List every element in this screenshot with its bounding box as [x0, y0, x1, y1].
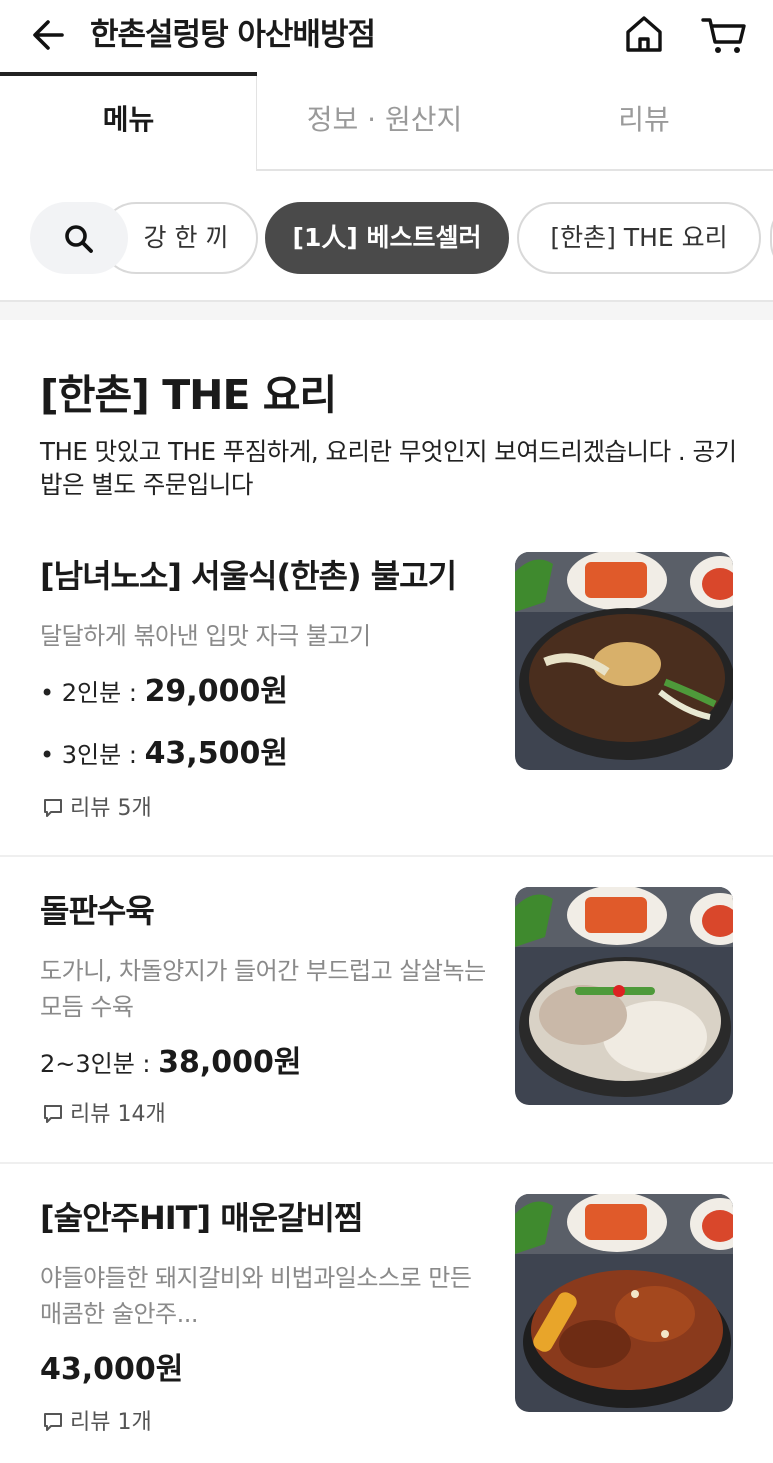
price-row: • 2인분 : 29,000원: [40, 670, 288, 718]
price-label: 2~3인분 :: [40, 1050, 159, 1078]
menu-item-galbijjim[interactable]: [술안주HIT] 매운갈비찜 야들야들한 돼지갈비와 비법과일소스로 만든 매콤…: [0, 1164, 773, 1463]
section-spacer: [0, 302, 773, 320]
price-label: • 2인분 :: [40, 679, 145, 707]
menu-item-image: [515, 887, 733, 1105]
comment-icon: [44, 1105, 62, 1123]
suyuk-photo: [515, 887, 733, 1105]
menu-item-name: 돌판수육: [40, 892, 155, 930]
bulgogi-photo: [515, 552, 733, 770]
price-value: 43,500원: [144, 736, 288, 771]
comment-icon: [44, 799, 62, 817]
search-icon: [65, 225, 93, 253]
comment-icon: [44, 1413, 62, 1431]
review-count-text: 리뷰 5개: [70, 796, 152, 821]
price-label: • 3인분 :: [40, 741, 145, 769]
review-count-text: 리뷰 1개: [70, 1410, 152, 1435]
section-description: THE 맛있고 THE 푸짐하게, 요리란 무엇인지 보여드리겠습니다 . 공기…: [40, 437, 737, 499]
menu-item-image: [515, 1194, 733, 1412]
price-value: 38,000원: [158, 1045, 302, 1080]
chip-the-dishes[interactable]: [한촌] THE 요리: [517, 202, 761, 274]
price-row: 2~3인분 : 38,000원: [40, 1041, 302, 1089]
menu-item-description: 야들야들한 돼지갈비와 비법과일소스로 만든 매콤한 술안주...: [40, 1264, 472, 1328]
tab-bar: 메뉴 정보 · 원산지 리뷰: [0, 72, 773, 172]
tab-menu[interactable]: 메뉴: [0, 72, 257, 172]
review-count[interactable]: 리뷰 5개: [42, 794, 152, 824]
app-header: 한촌설렁탕 아산배방점: [0, 0, 773, 72]
menu-item-suyuk[interactable]: 돌판수육 도가니, 차돌양지가 들어간 부드럽고 살살녹는 모듬 수육 2~3인…: [0, 857, 773, 1163]
review-count-text: 리뷰 14개: [70, 1102, 166, 1127]
price-row: • 3인분 : 43,500원: [40, 732, 288, 780]
menu-item-name: [술안주HIT] 매운갈비찜: [40, 1199, 363, 1237]
review-count[interactable]: 리뷰 1개: [42, 1408, 152, 1438]
price-value: 29,000원: [144, 674, 288, 709]
section-title: [한촌] THE 요리: [40, 371, 337, 419]
tab-reviews[interactable]: 리뷰: [515, 72, 773, 172]
menu-item-description: 도가니, 차돌양지가 들어간 부드럽고 살살녹는 모듬 수육: [40, 957, 486, 1021]
store-title: 한촌설렁탕 아산배방점: [90, 17, 376, 53]
cart-icon[interactable]: [700, 12, 748, 56]
menu-item-name: [남녀노소] 서울식(한촌) 불고기: [40, 557, 457, 595]
menu-item-image: [515, 552, 733, 770]
review-count[interactable]: 리뷰 14개: [42, 1100, 166, 1130]
menu-item-description: 달달하게 볶아낸 입맛 자극 불고기: [40, 622, 371, 650]
tab-info-origin[interactable]: 정보 · 원산지: [257, 72, 512, 172]
category-filter-bar: 강 한 끼 [1人] 베스트셀러 [한촌] THE 요리: [0, 172, 773, 302]
chip-best-seller[interactable]: [1人] 베스트셀러: [265, 202, 509, 274]
arrow-left-icon[interactable]: [28, 14, 70, 56]
price-value: 43,000원: [40, 1352, 184, 1387]
galbijjim-photo: [515, 1194, 733, 1412]
home-icon[interactable]: [622, 12, 666, 56]
price-row: 43,000원: [40, 1348, 183, 1396]
menu-item-bulgogi[interactable]: [남녀노소] 서울식(한촌) 불고기 달달하게 볶아낸 입맛 자극 불고기 • …: [0, 540, 773, 856]
menu-search-button[interactable]: [30, 202, 128, 274]
